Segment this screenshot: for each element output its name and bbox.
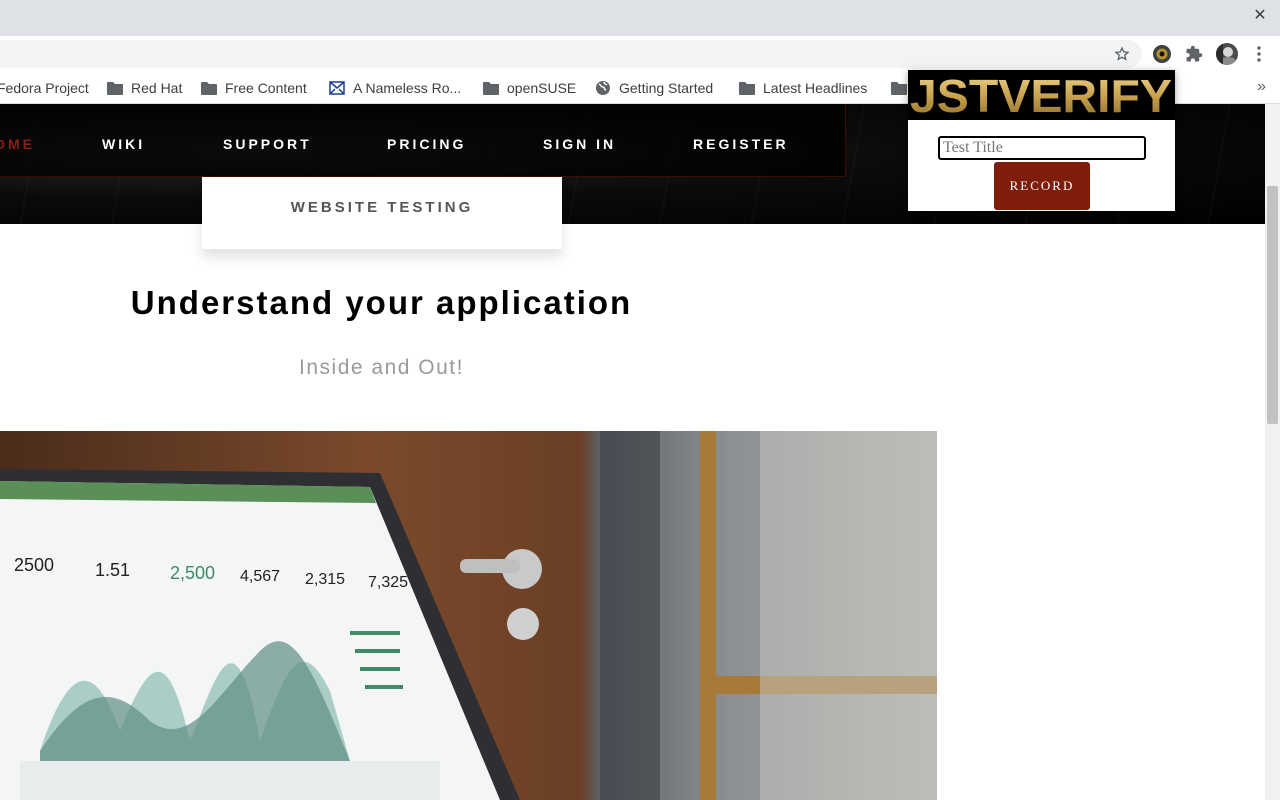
mail-icon <box>329 80 345 96</box>
bookmark-opensuse[interactable]: openSUSE <box>483 78 576 98</box>
bookmark-latest-headlines[interactable]: Latest Headlines <box>739 78 867 98</box>
hero-photo-laptop-dashboard: 2500 1.51 2,500 4,567 2,315 7,325 <box>0 431 937 800</box>
bookmark-label: openSUSE <box>507 80 577 96</box>
nav-support[interactable]: SUPPORT <box>223 136 312 152</box>
record-button[interactable]: RECORD <box>994 162 1090 210</box>
profile-avatar[interactable] <box>1216 43 1238 65</box>
main-navigation: HOME WIKI SUPPORT PRICING SIGN IN REGIST… <box>0 104 846 177</box>
bookmark-label: Fedora Project <box>0 80 89 96</box>
svg-text:4,567: 4,567 <box>240 568 280 585</box>
svg-text:1.51: 1.51 <box>95 560 130 580</box>
folder-icon <box>107 80 123 96</box>
bookmark-fedora-project[interactable]: Fedora Project <box>0 78 89 98</box>
nav-wiki[interactable]: WIKI <box>102 136 145 152</box>
folder-icon <box>891 80 907 96</box>
page-headline: Understand your application <box>130 284 633 321</box>
bookmark-label: Latest Headlines <box>763 80 868 96</box>
svg-text:2,500: 2,500 <box>170 563 215 583</box>
folder-icon <box>739 80 755 96</box>
bookmark-label: A Nameless Ro... <box>353 80 462 96</box>
test-title-input[interactable] <box>938 136 1146 160</box>
svg-text:2500: 2500 <box>14 555 54 575</box>
bookmark-label: Free Content <box>225 80 307 96</box>
browser-title-bar: ✕ <box>0 0 1280 36</box>
close-window-icon[interactable]: ✕ <box>1250 6 1270 26</box>
page-subheading: Inside and Out! <box>299 356 464 379</box>
nav-sign-in[interactable]: SIGN IN <box>543 136 616 152</box>
globe-icon <box>595 80 611 96</box>
bookmark-label: Red Hat <box>131 80 183 96</box>
svg-text:2,315: 2,315 <box>305 571 345 588</box>
nav-register[interactable]: REGISTER <box>693 136 789 152</box>
jstverify-extension-popup: JSTVERIFY RECORD <box>908 70 1175 211</box>
browser-toolbar <box>0 36 1280 72</box>
nav-home[interactable]: HOME <box>0 136 35 152</box>
extensions-puzzle-icon[interactable] <box>1184 44 1204 64</box>
nav-dropdown-menu: WEBSITE TESTING <box>202 177 562 249</box>
nav-pricing[interactable]: PRICING <box>387 136 466 152</box>
logo-text: JSTVERIFY <box>910 70 1172 120</box>
bookmark-free-content[interactable]: Free Content <box>201 78 307 98</box>
folder-icon <box>201 80 217 96</box>
jstverify-logo: JSTVERIFY <box>908 70 1175 120</box>
bookmark-a-nameless-ro[interactable]: A Nameless Ro... <box>329 78 461 98</box>
bookmark-getting-started[interactable]: Getting Started <box>595 78 713 98</box>
bookmark-red-hat[interactable]: Red Hat <box>107 78 182 98</box>
extension-record-icon[interactable] <box>1152 44 1172 64</box>
svg-text:7,325: 7,325 <box>368 574 408 591</box>
browser-menu-icon[interactable] <box>1249 44 1269 64</box>
page-scrollbar[interactable] <box>1265 104 1280 800</box>
scrollbar-thumb[interactable] <box>1267 186 1278 424</box>
address-bar[interactable] <box>0 40 1142 68</box>
bookmark-star-icon[interactable] <box>1112 44 1132 64</box>
dropdown-item-website-testing[interactable]: WEBSITE TESTING <box>202 199 562 216</box>
bookmarks-overflow-chevron[interactable]: » <box>1257 78 1266 96</box>
folder-icon <box>483 80 499 96</box>
bookmark-label: Getting Started <box>619 80 714 96</box>
